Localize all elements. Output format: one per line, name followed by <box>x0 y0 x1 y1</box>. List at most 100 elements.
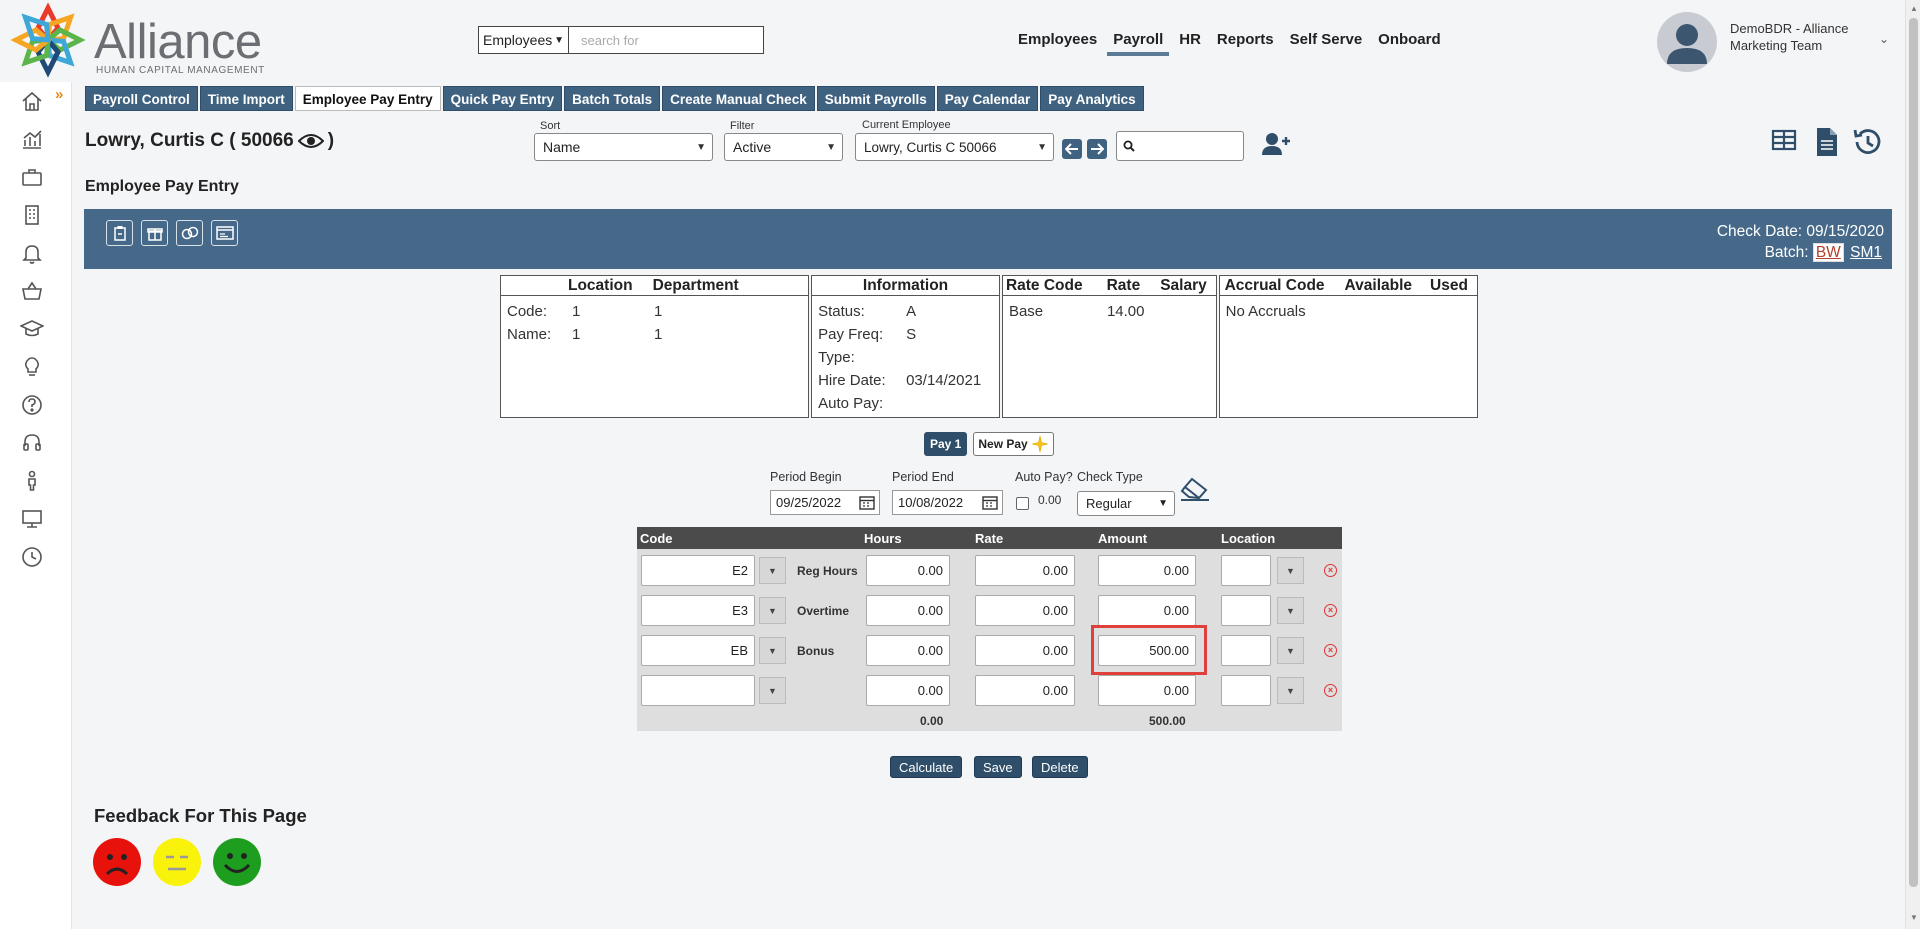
search-input[interactable]: search for <box>568 26 764 54</box>
nav-hr[interactable]: HR <box>1171 30 1209 50</box>
new-pay-button[interactable]: New Pay <box>973 432 1054 456</box>
period-begin-input[interactable]: 09/25/2022 <box>770 490 880 515</box>
nav-payroll[interactable]: Payroll <box>1105 30 1171 56</box>
amount-input[interactable]: 0.00 <box>1098 555 1196 586</box>
code-dropdown-button[interactable]: ▼ <box>759 557 786 584</box>
briefcase-icon[interactable] <box>19 164 45 190</box>
basket-icon[interactable] <box>19 278 45 304</box>
tab-quick-pay-entry[interactable]: Quick Pay Entry <box>442 86 563 111</box>
location-input[interactable] <box>1221 595 1271 626</box>
nav-self-serve[interactable]: Self Serve <box>1282 30 1371 50</box>
amount-input[interactable]: 0.00 <box>1098 675 1196 706</box>
location-input[interactable] <box>1221 555 1271 586</box>
monitor-icon[interactable] <box>19 506 45 532</box>
calculate-button[interactable]: Calculate <box>890 756 963 778</box>
calendar-icon[interactable] <box>859 495 875 510</box>
clock-icon[interactable] <box>19 544 45 570</box>
help-icon[interactable] <box>19 392 45 418</box>
add-user-button[interactable] <box>1261 131 1291 157</box>
clear-button[interactable] <box>1180 476 1210 504</box>
period-end-input[interactable]: 10/08/2022 <box>892 490 1003 515</box>
home-icon[interactable] <box>19 88 45 114</box>
building-icon[interactable] <box>19 202 45 228</box>
scroll-down-icon[interactable]: ▼ <box>1910 913 1918 922</box>
hours-input[interactable]: 0.00 <box>866 635 950 666</box>
hours-input[interactable]: 0.00 <box>866 675 950 706</box>
location-dropdown-button[interactable]: ▼ <box>1277 557 1304 584</box>
code-input[interactable] <box>641 675 755 706</box>
page-scrollbar[interactable]: ▲ ▼ <box>1905 0 1920 929</box>
code-dropdown-button[interactable]: ▼ <box>759 597 786 624</box>
delete-button[interactable]: Delete <box>1032 756 1088 778</box>
happy-face-button[interactable] <box>213 838 261 886</box>
eye-icon[interactable] <box>297 132 324 150</box>
employee-search-input[interactable] <box>1116 131 1244 161</box>
tab-pay-calendar[interactable]: Pay Calendar <box>936 86 1039 111</box>
scroll-thumb[interactable] <box>1909 18 1918 887</box>
card-button[interactable] <box>211 220 238 246</box>
code-dropdown-button[interactable]: ▼ <box>759 677 786 704</box>
tab-submit-payrolls[interactable]: Submit Payrolls <box>816 86 935 111</box>
code-dropdown-button[interactable]: ▼ <box>759 637 786 664</box>
next-employee-button[interactable] <box>1087 139 1107 159</box>
document-button[interactable] <box>1815 126 1847 158</box>
hours-input[interactable]: 0.00 <box>866 595 950 626</box>
lightbulb-icon[interactable] <box>19 354 45 380</box>
nav-employees[interactable]: Employees <box>1010 30 1105 50</box>
money-button[interactable] <box>176 220 203 246</box>
location-input[interactable] <box>1221 675 1271 706</box>
sort-select[interactable]: Name ▼ <box>534 133 713 161</box>
history-button[interactable] <box>1851 126 1883 158</box>
code-input[interactable]: EB <box>641 635 755 666</box>
tab-payroll-control[interactable]: Payroll Control <box>85 86 198 111</box>
tab-employee-pay-entry[interactable]: Employee Pay Entry <box>294 86 441 111</box>
check-type-select[interactable]: Regular ▼ <box>1077 491 1175 516</box>
location-dropdown-button[interactable]: ▼ <box>1277 677 1304 704</box>
pay-1-button[interactable]: Pay 1 <box>924 432 968 456</box>
delete-row-icon[interactable]: × <box>1324 684 1337 697</box>
nav-reports[interactable]: Reports <box>1209 30 1282 50</box>
tab-batch-totals[interactable]: Batch Totals <box>564 86 661 111</box>
expand-sidebar-icon[interactable]: » <box>55 86 63 103</box>
graduation-cap-icon[interactable] <box>19 316 45 342</box>
rate-input[interactable]: 0.00 <box>975 675 1075 706</box>
calendar-icon[interactable] <box>982 495 998 510</box>
user-menu[interactable]: DemoBDR - Alliance Marketing Team ⌄ <box>1657 12 1897 74</box>
analytics-icon[interactable] <box>19 126 45 152</box>
previous-employee-button[interactable] <box>1062 139 1082 159</box>
scroll-up-icon[interactable]: ▲ <box>1910 4 1918 13</box>
save-button[interactable]: Save <box>974 756 1022 778</box>
location-dropdown-button[interactable]: ▼ <box>1277 637 1304 664</box>
code-input[interactable]: E3 <box>641 595 755 626</box>
person-icon[interactable] <box>19 468 45 494</box>
nav-onboard[interactable]: Onboard <box>1370 30 1449 50</box>
rate-input[interactable]: 0.00 <box>975 595 1075 626</box>
delete-row-icon[interactable]: × <box>1324 644 1337 657</box>
tab-time-import[interactable]: Time Import <box>199 86 293 111</box>
neutral-face-button[interactable] <box>153 838 201 886</box>
rate-input[interactable]: 0.00 <box>975 635 1075 666</box>
auto-pay-checkbox[interactable] <box>1016 497 1029 510</box>
search-scope-select[interactable]: Employees ▼ <box>478 26 568 54</box>
location-input[interactable] <box>1221 635 1271 666</box>
rate-input[interactable]: 0.00 <box>975 555 1075 586</box>
current-employee-select[interactable]: Lowry, Curtis C 50066 ▼ <box>855 133 1054 161</box>
clipboard-button[interactable] <box>106 220 133 246</box>
batch-link-bw[interactable]: BW <box>1812 243 1844 262</box>
sad-face-button[interactable] <box>93 838 141 886</box>
tab-create-manual-check[interactable]: Create Manual Check <box>662 86 815 111</box>
headset-icon[interactable] <box>19 430 45 456</box>
alliance-logo[interactable]: Alliance HUMAN CAPITAL MANAGEMENT <box>8 2 268 78</box>
code-input[interactable]: E2 <box>641 555 755 586</box>
gift-button[interactable] <box>141 220 168 246</box>
delete-row-icon[interactable]: × <box>1324 564 1337 577</box>
filter-select[interactable]: Active ▼ <box>724 133 843 161</box>
hours-input[interactable]: 0.00 <box>866 555 950 586</box>
amount-input[interactable]: 0.00 <box>1098 595 1196 626</box>
tab-pay-analytics[interactable]: Pay Analytics <box>1040 86 1144 111</box>
delete-row-icon[interactable]: × <box>1324 604 1337 617</box>
bell-icon[interactable] <box>19 240 45 266</box>
batch-link-sm1[interactable]: SM1 <box>1848 244 1884 261</box>
location-dropdown-button[interactable]: ▼ <box>1277 597 1304 624</box>
chevron-down-icon[interactable]: ⌄ <box>1879 32 1889 46</box>
